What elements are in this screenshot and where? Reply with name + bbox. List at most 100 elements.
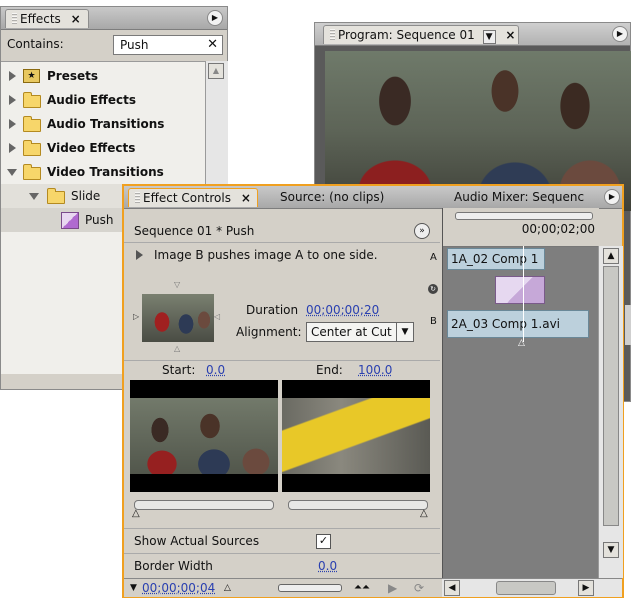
panel-menu-icon[interactable]: ▶ xyxy=(207,10,223,26)
track-a-letter: A xyxy=(430,252,437,263)
end-value[interactable]: 100.0 xyxy=(358,361,392,379)
show-sources-label: Show Actual Sources xyxy=(134,534,260,548)
tree-item-audio-transitions[interactable]: Audio Transitions xyxy=(1,112,205,136)
transition-block[interactable] xyxy=(495,276,545,304)
transition-icon xyxy=(61,212,79,229)
clip-a-label: 1A_02 Comp 1 xyxy=(451,252,539,266)
expand-triangle-icon[interactable] xyxy=(9,95,16,105)
drag-grip-icon[interactable] xyxy=(330,29,335,41)
tree-item-presets[interactable]: ★ Presets xyxy=(1,64,205,88)
start-slider-handle-icon[interactable]: △ xyxy=(132,508,140,519)
start-preview-frame xyxy=(130,380,278,492)
tree-label: Slide xyxy=(71,189,101,203)
start-value[interactable]: 0.0 xyxy=(206,361,225,379)
alignment-value: Center at Cut xyxy=(311,325,392,339)
alignment-row: Alignment: Center at Cut ▼ xyxy=(224,320,434,344)
duration-value[interactable]: 00;00;00;20 xyxy=(306,300,379,320)
tab-audio-mixer[interactable]: Audio Mixer: Sequenc xyxy=(448,188,588,207)
scroll-left-button[interactable]: ◀ xyxy=(444,580,460,596)
tree-item-video-effects[interactable]: Video Effects xyxy=(1,136,205,160)
effect-header-row: Sequence 01 * Push » xyxy=(124,220,440,243)
timeline-hscrollbar[interactable]: ◀ ▶ xyxy=(442,578,622,597)
tree-item-video-transitions[interactable]: Video Transitions xyxy=(1,160,205,184)
duration-label: Duration xyxy=(246,303,299,317)
zoom-in-icon[interactable]: ⏶⏶ xyxy=(354,579,370,597)
effect-description: Image B pushes image A to one side. xyxy=(154,248,378,262)
show-timeline-button[interactable]: » xyxy=(414,223,430,239)
anchor-bottom-icon[interactable]: △ xyxy=(174,344,180,353)
drag-grip-icon[interactable] xyxy=(12,13,17,25)
timeline-vscrollbar[interactable]: ▲ ▼ xyxy=(598,246,623,578)
contains-label: Contains: xyxy=(7,37,64,51)
collapse-triangle-icon[interactable] xyxy=(29,193,39,200)
collapse-triangle-icon[interactable] xyxy=(7,169,17,176)
tab-effects[interactable]: Effects × xyxy=(5,9,89,28)
effect-controls-tabbar: Effect Controls × Source: (no clips) Aud… xyxy=(124,186,622,209)
play-audio-icon[interactable]: ▶ xyxy=(388,579,397,597)
end-slider-handle-icon[interactable]: △ xyxy=(420,508,428,519)
loop-icon[interactable]: ⟳ xyxy=(414,579,424,597)
folder-icon xyxy=(23,164,41,180)
expand-triangle-icon[interactable] xyxy=(9,119,16,129)
anchor-right-icon[interactable]: ◁ xyxy=(214,312,220,321)
tab-source[interactable]: Source: (no clips) xyxy=(274,188,434,207)
playhead-marker-icon[interactable]: △ xyxy=(518,338,525,348)
tab-effect-controls[interactable]: Effect Controls × xyxy=(128,188,258,207)
playhead-line[interactable] xyxy=(523,246,524,342)
tree-label: Presets xyxy=(47,69,99,83)
close-icon[interactable]: × xyxy=(241,191,251,205)
start-slider[interactable] xyxy=(134,500,274,510)
footer-timecode[interactable]: 00;00;00;04 xyxy=(142,579,215,597)
play-preview-icon[interactable] xyxy=(136,250,143,260)
close-icon[interactable]: × xyxy=(505,28,515,42)
folder-icon xyxy=(23,92,41,108)
anchor-top-icon[interactable]: ▽ xyxy=(174,280,180,289)
program-edge-controls xyxy=(625,305,631,345)
drag-grip-icon[interactable] xyxy=(135,192,140,204)
duration-row: Duration 00;00;00;20 xyxy=(224,300,434,320)
dropdown-arrow-icon[interactable]: ▼ xyxy=(396,323,413,341)
track-a-clip[interactable]: 1A_02 Comp 1 xyxy=(447,248,545,270)
end-slider[interactable] xyxy=(288,500,428,510)
effect-controls-tab-label: Effect Controls xyxy=(143,191,231,205)
tree-item-audio-effects[interactable]: Audio Effects xyxy=(1,88,205,112)
contains-row: Contains: Push ✕ xyxy=(1,31,227,59)
expand-triangle-icon[interactable] xyxy=(9,71,16,81)
scroll-up-button[interactable]: ▲ xyxy=(208,63,224,79)
clear-search-icon[interactable]: ✕ xyxy=(207,37,218,52)
alignment-label: Alignment: xyxy=(236,325,302,339)
scroll-right-button[interactable]: ▶ xyxy=(578,580,594,596)
tree-label: Push xyxy=(85,213,114,227)
scroll-down-button[interactable]: ▼ xyxy=(603,542,619,558)
tree-label: Video Effects xyxy=(47,141,136,155)
folder-icon xyxy=(23,116,41,132)
transition-thumbnail xyxy=(142,294,214,342)
show-sources-checkbox[interactable]: ✓ xyxy=(316,534,331,549)
search-input[interactable]: Push ✕ xyxy=(113,35,223,55)
expand-triangle-icon[interactable] xyxy=(9,143,16,153)
close-icon[interactable]: × xyxy=(71,12,81,26)
timeline-view-bar[interactable] xyxy=(455,212,593,220)
source-tab-label: Source: (no clips) xyxy=(280,190,385,204)
zoom-slider[interactable] xyxy=(278,584,342,592)
scroll-up-button[interactable]: ▲ xyxy=(603,248,619,264)
effects-tab-label: Effects xyxy=(20,12,61,26)
panel-menu-icon[interactable]: ▶ xyxy=(612,26,628,42)
folder-icon xyxy=(23,140,41,156)
timeline-area: 00;00;02;00 1A_02 Comp 1 2A_03 Comp 1.av… xyxy=(442,208,599,578)
track-b-clip[interactable]: 2A_03 Comp 1.avi xyxy=(447,310,589,338)
hscroll-thumb[interactable] xyxy=(496,581,556,595)
program-dropdown-button[interactable]: ▼ xyxy=(482,30,496,44)
tab-program[interactable]: Program: Sequence 01 ▼ × xyxy=(323,25,519,44)
border-width-value[interactable]: 0.0 xyxy=(318,554,337,578)
zoom-out-icon[interactable]: △ xyxy=(224,579,231,597)
clip-b-label: 2A_03 Comp 1.avi xyxy=(451,317,561,331)
presets-folder-icon: ★ xyxy=(23,69,40,83)
scroll-thumb[interactable] xyxy=(603,266,619,526)
end-label: End: xyxy=(316,363,343,377)
anchor-left-icon[interactable]: ▷ xyxy=(133,312,139,321)
effect-controls-panel: Effect Controls × Source: (no clips) Aud… xyxy=(122,184,624,598)
alignment-select[interactable]: Center at Cut ▼ xyxy=(306,322,414,342)
panel-menu-icon[interactable]: ▶ xyxy=(604,189,620,205)
reverse-icon[interactable]: ↻ xyxy=(428,284,438,294)
